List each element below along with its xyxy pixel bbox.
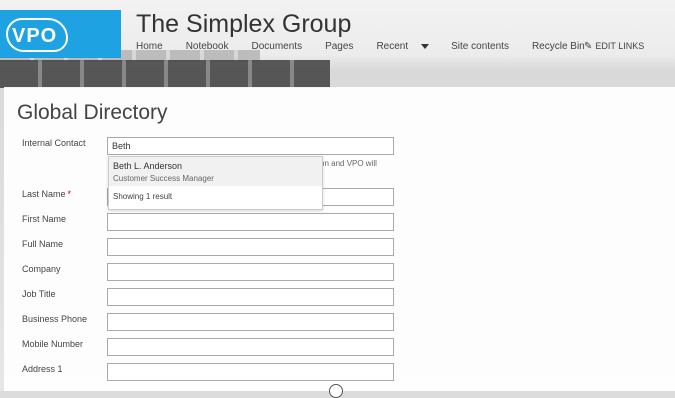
form-row-internal-contact: Internal Contact xyxy=(4,137,675,157)
form-row-full-name: Full Name xyxy=(4,238,675,258)
business-phone-label: Business Phone xyxy=(22,314,88,324)
first-name-input[interactable] xyxy=(107,213,394,231)
last-name-label: Last Name * xyxy=(22,189,72,199)
suggestion-name: Beth L. Anderson xyxy=(113,161,183,171)
company-input[interactable] xyxy=(107,263,394,281)
background-calculator-keys xyxy=(0,60,330,88)
nav-item-home[interactable]: Home xyxy=(136,41,163,52)
nav-item-notebook[interactable]: Notebook xyxy=(186,41,229,52)
people-picker-suggestion[interactable]: Beth L. Anderson Customer Success Manage… xyxy=(109,157,322,186)
edit-links-label: EDIT LINKS xyxy=(595,41,645,51)
people-picker-dropdown: Beth L. Anderson Customer Success Manage… xyxy=(108,156,323,210)
scroll-handle[interactable] xyxy=(329,384,343,398)
result-count: Showing 1 result xyxy=(113,192,173,201)
form-row-mobile-number: Mobile Number xyxy=(4,338,675,358)
job-title-input[interactable] xyxy=(107,288,394,306)
content-panel: Global Directory Internal Contact on and… xyxy=(4,87,675,391)
first-name-label: First Name xyxy=(22,214,67,224)
form-row-last-name: Last Name * xyxy=(4,188,675,208)
site-logo[interactable]: VPO xyxy=(0,10,121,58)
form-row-first-name: First Name xyxy=(4,213,675,233)
full-name-input[interactable] xyxy=(107,238,394,256)
form-row-job-title: Job Title xyxy=(4,288,675,308)
address-1-label: Address 1 xyxy=(22,364,63,374)
site-title[interactable]: The Simplex Group xyxy=(136,10,351,39)
required-marker: * xyxy=(67,189,72,199)
form-row-business-phone: Business Phone xyxy=(4,313,675,333)
nav-item-recent[interactable]: Recent xyxy=(376,41,408,52)
company-label: Company xyxy=(22,264,61,274)
suggestion-role: Customer Success Manager xyxy=(113,174,214,183)
mobile-number-label: Mobile Number xyxy=(22,339,84,349)
nav-item-pages[interactable]: Pages xyxy=(325,41,353,52)
pencil-icon: ✎ xyxy=(584,41,593,52)
business-phone-input[interactable] xyxy=(107,313,394,331)
address-1-input[interactable] xyxy=(107,363,394,381)
nav-item-documents[interactable]: Documents xyxy=(252,41,303,52)
nav-item-site-contents[interactable]: Site contents xyxy=(451,41,509,52)
form-row-address-1: Address 1 xyxy=(4,363,675,383)
logo-text: VPO xyxy=(12,25,58,47)
job-title-label: Job Title xyxy=(22,289,56,299)
internal-contact-label: Internal Contact xyxy=(22,138,86,148)
field-help-text: on and VPO will xyxy=(320,159,377,168)
nav-item-recycle-bin[interactable]: Recycle Bin xyxy=(532,41,585,52)
edit-links-button[interactable]: ✎ EDIT LINKS xyxy=(584,41,644,52)
page-title: Global Directory xyxy=(17,101,168,124)
chevron-down-icon[interactable] xyxy=(421,44,430,49)
mobile-number-input[interactable] xyxy=(107,338,394,356)
form-row-company: Company xyxy=(4,263,675,283)
full-name-label: Full Name xyxy=(22,239,64,249)
internal-contact-input[interactable] xyxy=(107,137,394,155)
top-navigation: Home Notebook Documents Pages Recent Sit… xyxy=(136,41,608,52)
